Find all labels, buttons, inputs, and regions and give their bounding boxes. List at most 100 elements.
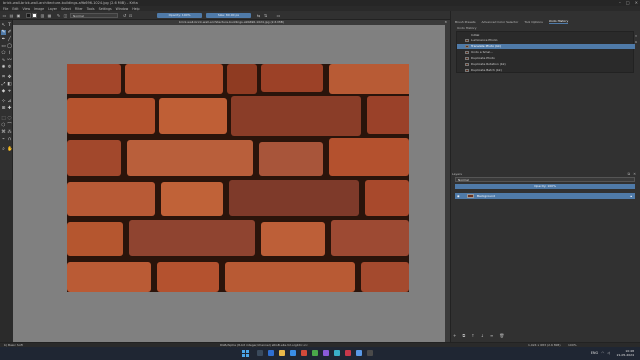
mirror-horizontal-icon[interactable]: ⇆ [256, 13, 261, 18]
menu-tools[interactable]: Tools [87, 7, 95, 11]
magnetic-select-icon[interactable]: ∩ [7, 137, 12, 142]
mirror-vertical-icon[interactable]: ⇅ [263, 13, 268, 18]
menu-image[interactable]: Image [34, 7, 44, 11]
krita-icon[interactable] [356, 350, 362, 356]
panel-close-icon[interactable]: ✕ [634, 34, 638, 38]
tab-advanced-color-selector[interactable]: Advanced Color Selector [482, 20, 519, 24]
layers-float-icon[interactable]: ⧉ [628, 172, 631, 176]
move-layer-up-icon[interactable]: ↑ [471, 333, 474, 338]
history-item[interactable]: Duplicate Photo [457, 56, 635, 61]
menu-layer[interactable]: Layer [48, 7, 57, 11]
multibrush-icon[interactable]: ✲ [7, 65, 12, 70]
workspace-icon[interactable]: ▭ [276, 13, 281, 18]
polygon-tool-icon[interactable]: ⬠ [1, 51, 6, 56]
app-icon[interactable] [312, 350, 318, 356]
minimize-button[interactable]: – [619, 0, 621, 5]
start-button[interactable] [242, 350, 249, 357]
close-button[interactable]: ✕ [635, 0, 638, 5]
app-icon[interactable] [334, 350, 340, 356]
maximize-button[interactable]: □ [626, 0, 630, 5]
contiguous-select-icon[interactable]: ⌘ [1, 130, 6, 135]
freehand-brush-icon[interactable]: ✎ [1, 30, 6, 35]
add-layer-icon[interactable]: + [453, 333, 456, 338]
line-tool-icon[interactable]: ╱ [7, 37, 12, 42]
gradient-icon[interactable]: ▥ [40, 13, 45, 18]
history-item[interactable]: Duplicate Batch (bk) [457, 68, 635, 73]
document-tab[interactable]: brick-wall-brick-wall-architecture-build… [13, 20, 450, 25]
similar-select-icon[interactable]: ⁂ [7, 130, 12, 135]
pan-tool-icon[interactable]: ✋ [7, 147, 13, 152]
bezier-select-icon[interactable]: ⌁ [1, 137, 6, 142]
language-indicator[interactable]: ENG [591, 351, 599, 355]
polyline-tool-icon[interactable]: ⌇ [7, 51, 12, 56]
new-document-icon[interactable]: ▭ [2, 13, 7, 18]
tab-tool-options[interactable]: Tool Options [524, 20, 542, 24]
select-shapes-icon[interactable]: ↖ [1, 23, 6, 28]
fill-tool-icon[interactable]: ◆ [1, 89, 6, 94]
layer-lock-icon[interactable]: 🔒︎ [630, 193, 632, 199]
ellipse-select-icon[interactable]: ◌ [7, 116, 12, 121]
save-icon[interactable]: ▣ [16, 13, 21, 18]
transform-tool-icon[interactable]: ⤢ [1, 82, 6, 87]
zoom-tool-icon[interactable]: ⌕ [1, 147, 6, 152]
blend-mode-select[interactable]: Normal [70, 13, 118, 18]
freehand-select-icon[interactable]: ⌒ [7, 123, 12, 128]
layer-blend-mode-select[interactable]: Normal [455, 177, 635, 182]
assistant-tool-icon[interactable]: ⊹ [1, 99, 6, 104]
alpha-lock-icon[interactable]: ⊡ [128, 13, 133, 18]
menu-window[interactable]: Window [116, 7, 129, 11]
crop-tool-icon[interactable]: ⌗ [1, 75, 6, 80]
gradient-tool-icon[interactable]: ◧ [7, 82, 12, 87]
menu-help[interactable]: Help [132, 7, 139, 11]
menu-edit[interactable]: Edit [12, 7, 18, 11]
open-document-icon[interactable]: ▤ [9, 13, 14, 18]
measure-tool-icon[interactable]: ⊿ [7, 99, 12, 104]
layer-row-background[interactable]: ◉ Background 🔒︎ [455, 193, 635, 199]
app-icon[interactable] [367, 350, 373, 356]
eraser-mode-icon[interactable]: ◫ [63, 13, 68, 18]
ellipse-tool-icon[interactable]: ◯ [7, 44, 12, 49]
reference-tool-icon[interactable]: ⊞ [1, 106, 6, 111]
clock[interactable]: 10:48 21-05-2024 [617, 349, 634, 357]
visibility-eye-icon[interactable]: ◉ [457, 193, 460, 199]
smart-patch-icon[interactable]: ✚ [7, 106, 12, 111]
foreground-color-swatch[interactable] [26, 13, 31, 18]
layers-close-icon[interactable]: ✕ [633, 172, 636, 176]
pattern-icon[interactable]: ▦ [47, 13, 52, 18]
history-item-selected[interactable]: Translate Photo (bk) [457, 44, 635, 49]
duplicate-layer-icon[interactable]: ⧉ [462, 333, 465, 338]
bezier-tool-icon[interactable]: ∿ [1, 58, 6, 63]
history-item[interactable]: Luminance Pholio [457, 38, 635, 43]
tab-undo-history[interactable]: Undo History [548, 19, 569, 24]
search-icon[interactable] [257, 350, 263, 356]
browser-icon[interactable] [290, 350, 296, 356]
reset-icon[interactable]: ↺ [122, 13, 127, 18]
app-icon[interactable] [323, 350, 329, 356]
layer-opacity-slider[interactable]: Opacity: 100% [455, 184, 635, 189]
rect-select-icon[interactable]: ⬚ [1, 116, 6, 121]
freehand-path-icon[interactable]: 〰 [7, 58, 12, 63]
edit-shapes-icon[interactable]: ✐ [7, 30, 12, 35]
opacity-slider[interactable]: Opacity: 100% [157, 13, 202, 18]
task-view-icon[interactable] [268, 350, 274, 356]
wifi-icon[interactable]: ◠ [601, 351, 604, 355]
background-color-swatch[interactable] [32, 13, 37, 18]
menu-view[interactable]: View [23, 7, 31, 11]
menu-select[interactable]: Select [61, 7, 71, 11]
layer-properties-icon[interactable]: ≡ [490, 333, 493, 338]
app-icon[interactable] [345, 350, 351, 356]
dynamic-brush-icon[interactable]: ✺ [1, 65, 6, 70]
calligraphy-icon[interactable]: ✒ [1, 37, 6, 42]
app-icon[interactable] [301, 350, 307, 356]
color-picker-icon[interactable]: ⌖ [7, 89, 12, 94]
menu-filter[interactable]: Filter [75, 7, 83, 11]
delete-layer-icon[interactable]: 🗑︎ [499, 333, 504, 338]
brush-preset-icon[interactable]: ✎ [56, 13, 61, 18]
brush-size-slider[interactable]: Size: 80.00 px [206, 13, 251, 18]
menu-settings[interactable]: Settings [99, 7, 112, 11]
menu-file[interactable]: File [3, 7, 8, 11]
polygon-select-icon[interactable]: ⬡ [1, 123, 6, 128]
text-tool-icon[interactable]: T [7, 23, 12, 28]
move-tool-icon[interactable]: ✥ [7, 75, 12, 80]
history-item[interactable]: Duplicate Rotation (bk) [457, 62, 635, 67]
